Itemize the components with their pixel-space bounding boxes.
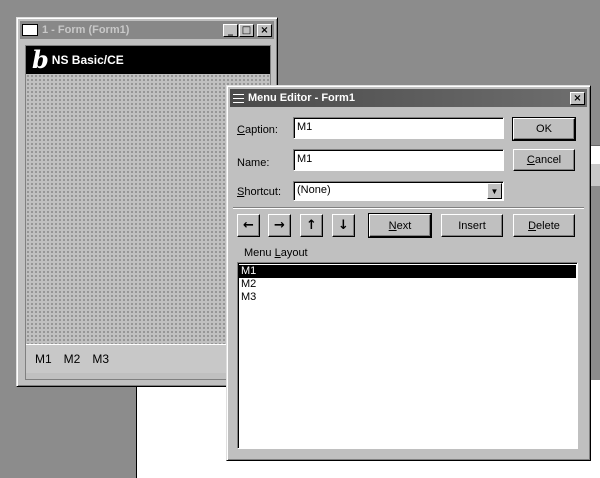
- list-item[interactable]: M1: [239, 265, 576, 278]
- menu-layout-label: Menu Layout: [244, 247, 308, 259]
- shortcut-select[interactable]: (None) ▼: [293, 181, 504, 201]
- menubar-item[interactable]: M2: [64, 352, 81, 366]
- form-titlebar[interactable]: 1 - Form (Form1) _ □ ×: [20, 21, 274, 39]
- shortcut-label: Shortcut:: [237, 186, 282, 198]
- shortcut-value: (None): [297, 184, 331, 196]
- minimize-button[interactable]: _: [223, 23, 238, 37]
- insert-button[interactable]: Insert: [441, 214, 503, 237]
- name-label: Name:: [237, 157, 270, 169]
- close-button[interactable]: ×: [570, 91, 585, 105]
- delete-button[interactable]: Delete: [513, 214, 575, 237]
- maximize-button[interactable]: □: [239, 23, 254, 37]
- name-input[interactable]: M1: [293, 149, 504, 171]
- ce-header-title: NS Basic/CE: [51, 53, 124, 67]
- close-button[interactable]: ×: [257, 23, 272, 37]
- divider: [233, 207, 584, 209]
- right-arrow-button[interactable]: →: [268, 214, 291, 237]
- left-arrow-button[interactable]: ←: [237, 214, 260, 237]
- caption-input[interactable]: M1: [293, 117, 504, 139]
- menu-editor-titlebar[interactable]: Menu Editor - Form1 ×: [230, 89, 587, 107]
- system-menu-icon[interactable]: [233, 92, 244, 104]
- menu-layout-list[interactable]: M1 M2 M3: [237, 262, 578, 449]
- ns-basic-logo: b: [32, 45, 49, 74]
- ce-header-bar: b NS Basic/CE: [26, 46, 270, 74]
- list-item[interactable]: M2: [239, 278, 576, 291]
- form-window-icon[interactable]: [22, 24, 38, 36]
- form-title: 1 - Form (Form1): [42, 24, 130, 36]
- menu-editor-dialog: Menu Editor - Form1 × Caption: M1 Name: …: [226, 85, 591, 461]
- next-button[interactable]: Next: [368, 213, 432, 238]
- menubar-item[interactable]: M1: [35, 352, 52, 366]
- menubar-item[interactable]: M3: [92, 352, 109, 366]
- cancel-button[interactable]: Cancel: [513, 149, 575, 171]
- caption-label: Caption:: [237, 124, 278, 136]
- ok-button[interactable]: OK: [512, 117, 576, 141]
- up-arrow-button[interactable]: ↑: [300, 214, 323, 237]
- down-arrow-button[interactable]: ↓: [332, 214, 355, 237]
- menu-editor-title: Menu Editor - Form1: [248, 92, 355, 104]
- chevron-down-icon[interactable]: ▼: [487, 183, 502, 199]
- list-item[interactable]: M3: [239, 291, 576, 304]
